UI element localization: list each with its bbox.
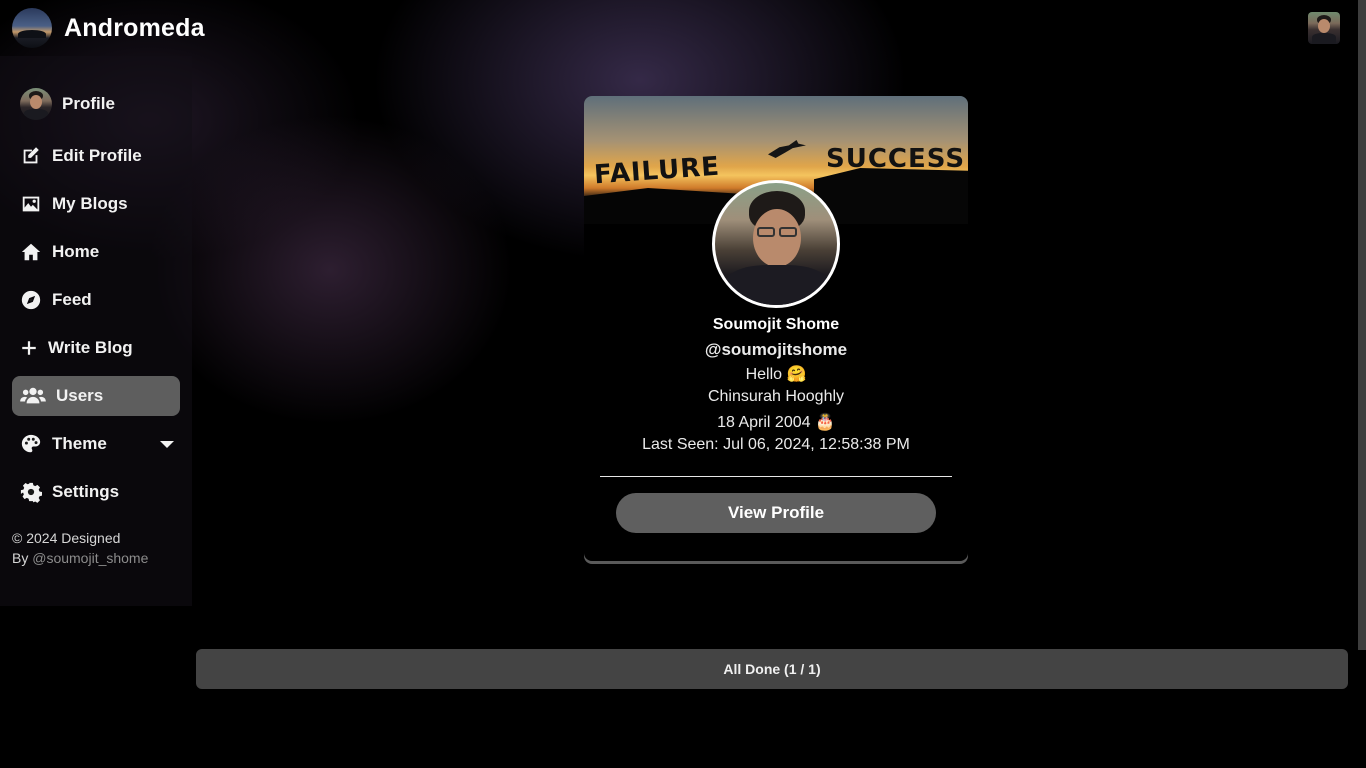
image-icon bbox=[22, 196, 40, 212]
sidebar-item-label: Theme bbox=[52, 434, 107, 453]
gear-icon bbox=[20, 482, 42, 503]
sidebar-item-label: Profile bbox=[62, 94, 115, 113]
profile-picture[interactable] bbox=[712, 180, 840, 308]
copyright-handle[interactable]: @soumojit_shome bbox=[32, 550, 148, 566]
jumper-silhouette bbox=[768, 140, 806, 158]
brand[interactable]: Andromeda bbox=[12, 8, 205, 48]
sidebar-item-theme[interactable]: Theme bbox=[12, 424, 180, 464]
brand-logo bbox=[12, 8, 52, 48]
sidebar-item-edit-profile[interactable]: Edit Profile bbox=[12, 136, 180, 176]
user-name: Soumojit Shome bbox=[712, 316, 840, 333]
copyright: © 2024 Designed By @soumojit_shome bbox=[12, 528, 148, 568]
avatar bbox=[20, 88, 52, 120]
sidebar-item-label: My Blogs bbox=[52, 194, 128, 213]
user-bio: Hello 🤗 bbox=[745, 366, 807, 383]
plus-icon bbox=[22, 341, 36, 355]
view-profile-button[interactable]: View Profile bbox=[616, 493, 936, 533]
user-last-seen: Last Seen: Jul 06, 2024, 12:58:38 PM bbox=[642, 436, 910, 453]
copyright-by: By bbox=[12, 550, 29, 566]
edit-icon bbox=[23, 147, 39, 164]
chevron-down-icon[interactable] bbox=[160, 440, 174, 448]
copyright-byline: By @soumojit_shome bbox=[12, 548, 148, 568]
card-divider bbox=[600, 476, 952, 477]
sidebar-item-label: Edit Profile bbox=[52, 146, 142, 165]
palette-icon bbox=[21, 434, 41, 453]
banner-text-failure: FAILURE bbox=[593, 151, 722, 191]
sidebar-item-label: Home bbox=[52, 242, 100, 261]
sidebar-item-home[interactable]: Home bbox=[12, 232, 180, 272]
user-card: FAILURE SUCCESS Soumojit Shome @soumojit… bbox=[584, 96, 968, 561]
cliff-right bbox=[814, 168, 968, 224]
user-birthday: 18 April 2004 🎂 bbox=[717, 414, 835, 431]
sidebar-item-settings[interactable]: Settings bbox=[12, 472, 180, 512]
sidebar-item-label: Write Blog bbox=[48, 338, 133, 357]
copyright-line: © 2024 Designed bbox=[12, 530, 121, 546]
app-title: Andromeda bbox=[64, 13, 205, 42]
sidebar-item-profile[interactable]: Profile bbox=[12, 84, 180, 124]
status-text: All Done (1 / 1) bbox=[723, 661, 821, 677]
sidebar-item-feed[interactable]: Feed bbox=[12, 280, 180, 320]
compass-icon bbox=[21, 290, 41, 310]
sidebar-item-my-blogs[interactable]: My Blogs bbox=[12, 184, 180, 224]
user-location: Chinsurah Hooghly bbox=[707, 388, 845, 405]
status-bar: All Done (1 / 1) bbox=[196, 649, 1348, 689]
scrollbar[interactable] bbox=[1358, 0, 1366, 650]
home-icon bbox=[21, 243, 41, 261]
user-handle: @soumojitshome bbox=[704, 340, 848, 359]
sidebar-item-write-blog[interactable]: Write Blog bbox=[12, 328, 180, 368]
users-icon bbox=[20, 387, 46, 404]
sidebar-item-users[interactable]: Users bbox=[12, 376, 180, 416]
sidebar-item-label: Feed bbox=[52, 290, 92, 309]
account-avatar[interactable] bbox=[1308, 12, 1340, 44]
sidebar-item-label: Settings bbox=[52, 482, 120, 501]
sidebar-item-label: Users bbox=[56, 386, 104, 405]
